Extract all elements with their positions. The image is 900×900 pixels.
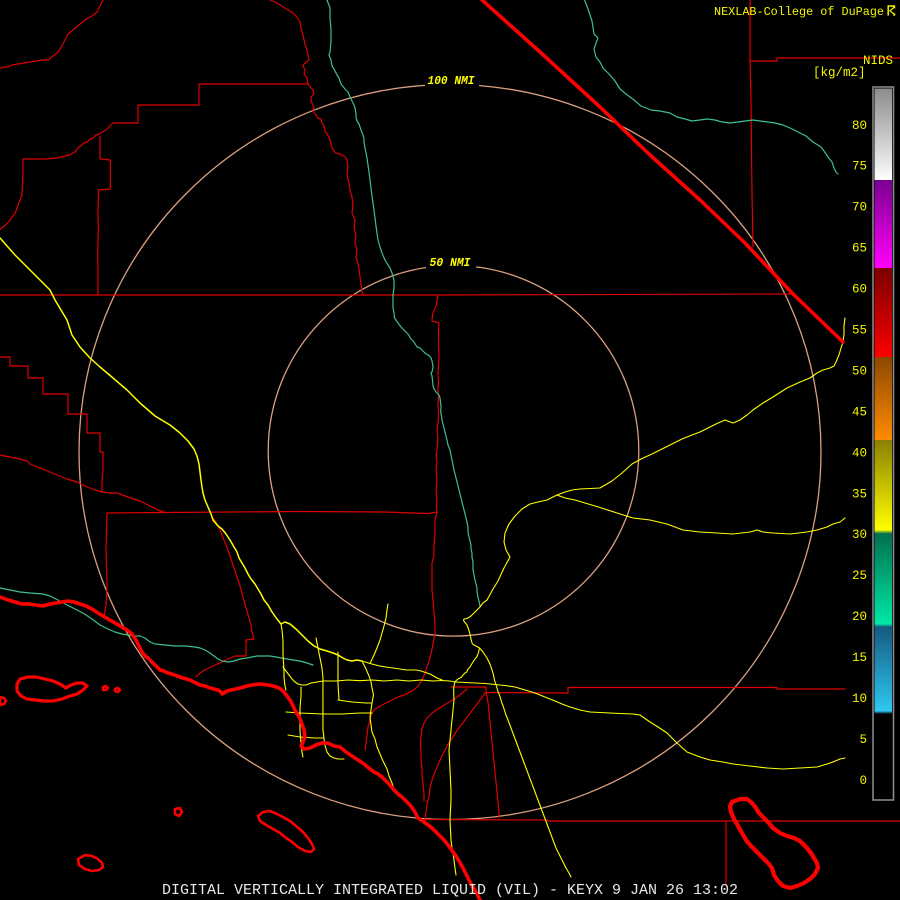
svg-text:[kg/m2]: [kg/m2] xyxy=(813,66,866,80)
svg-text:65: 65 xyxy=(852,242,867,256)
svg-text:20: 20 xyxy=(852,610,867,624)
svg-text:45: 45 xyxy=(852,405,867,419)
svg-text:0: 0 xyxy=(859,774,867,788)
svg-text:100 NMI: 100 NMI xyxy=(428,75,475,88)
svg-text:80: 80 xyxy=(852,119,867,133)
svg-text:30: 30 xyxy=(852,528,867,542)
svg-text:DIGITAL VERTICALLY INTEGRATED: DIGITAL VERTICALLY INTEGRATED LIQUID (VI… xyxy=(162,882,738,899)
svg-text:5: 5 xyxy=(859,733,867,747)
svg-text:75: 75 xyxy=(852,160,867,174)
svg-text:25: 25 xyxy=(852,569,867,583)
svg-text:35: 35 xyxy=(852,487,867,501)
svg-text:50 NMI: 50 NMI xyxy=(430,257,471,270)
svg-text:40: 40 xyxy=(852,446,867,460)
svg-text:NIDS: NIDS xyxy=(863,54,893,68)
svg-text:55: 55 xyxy=(852,324,867,338)
svg-text:70: 70 xyxy=(852,201,867,215)
svg-text:15: 15 xyxy=(852,651,867,665)
svg-text:50: 50 xyxy=(852,364,867,378)
svg-text:60: 60 xyxy=(852,283,867,297)
svg-text:10: 10 xyxy=(852,692,867,706)
svg-text:NEXLAB-College of DuPage: NEXLAB-College of DuPage xyxy=(714,5,884,19)
